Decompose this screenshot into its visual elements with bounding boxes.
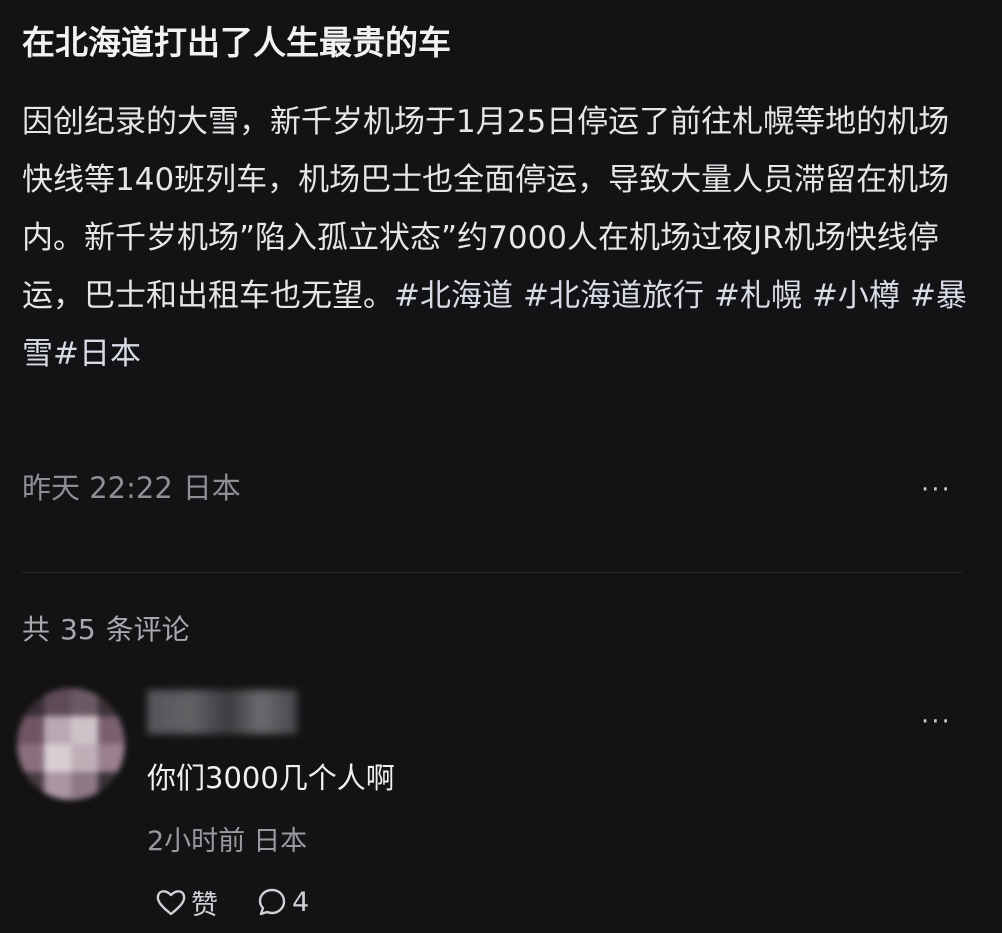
post-meta: 昨天 22:22 日本 — [22, 468, 241, 508]
hashtag-otaru[interactable]: #小樽 — [812, 278, 900, 314]
more-horizontal-icon: ··· — [921, 475, 952, 505]
hashtag-sapporo[interactable]: #札幌 — [714, 278, 802, 314]
comment-username[interactable] — [147, 690, 297, 734]
comment-count-number: 35 — [60, 613, 96, 646]
comment-bubble-icon — [256, 886, 288, 918]
comment-more-button[interactable]: ··· — [921, 709, 952, 735]
comment-count: 共 35 条评论 — [22, 613, 190, 646]
like-label: 赞 — [191, 889, 218, 921]
avatar[interactable] — [17, 688, 125, 800]
comment-location: 日本 — [253, 826, 308, 857]
comment-text: 你们3000几个人啊 — [147, 761, 395, 795]
more-horizontal-icon: ··· — [921, 707, 952, 737]
post-body: 因创纪录的大雪，新千岁机场于1月25日停运了前往札幌等地的机场快线等140班列车… — [22, 93, 967, 383]
post-more-button[interactable]: ··· — [921, 477, 952, 503]
reply-button[interactable]: 4 — [256, 880, 309, 924]
like-button[interactable]: 赞 — [155, 880, 218, 924]
reply-count: 4 — [292, 886, 310, 918]
hashtag-hokkaido-travel[interactable]: #北海道旅行 — [523, 278, 704, 314]
post-time: 昨天 22:22 — [22, 471, 173, 505]
comment-time: 2小时前 — [147, 826, 246, 857]
heart-icon — [155, 887, 187, 917]
post-location: 日本 — [182, 471, 241, 505]
comment-meta: 2小时前 日本 — [147, 822, 307, 862]
post-title: 在北海道打出了人生最贵的车 — [22, 23, 451, 62]
divider — [22, 572, 962, 573]
hashtag-hokkaido[interactable]: #北海道 — [394, 278, 513, 314]
